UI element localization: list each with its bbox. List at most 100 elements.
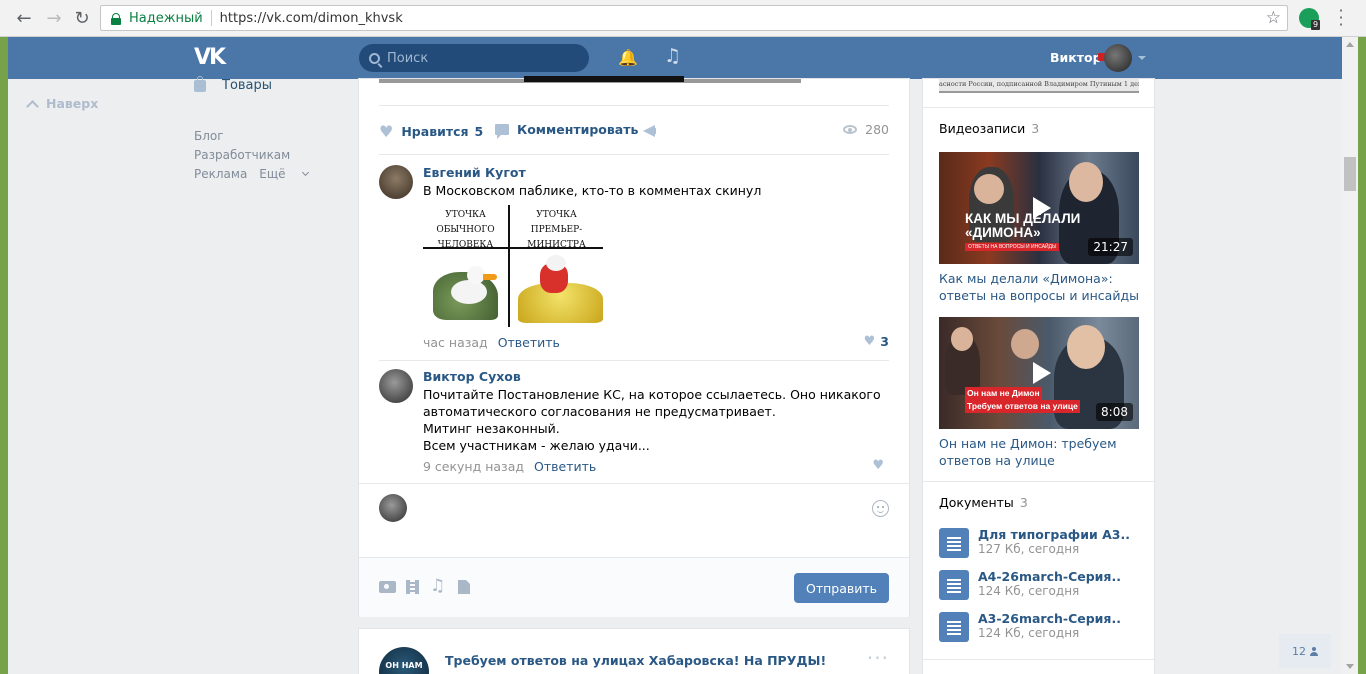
address-bar[interactable]: Надежный https://vk.com/dimon_khvsk ☆ bbox=[100, 5, 1288, 31]
notifications-bell-icon[interactable]: 🔔 bbox=[618, 48, 638, 67]
document-name: А3-26march-Серия.. bbox=[978, 611, 1121, 626]
post-actions: ♥ Нравится 5 Комментировать 280 bbox=[379, 105, 889, 155]
comment-input[interactable] bbox=[417, 492, 857, 552]
video-thumbnail[interactable]: Он нам не Димон Требуем ответов на улице … bbox=[939, 317, 1139, 429]
comment-icon bbox=[495, 124, 509, 139]
heart-icon: ♥ bbox=[863, 334, 876, 349]
sidebar-item-goods[interactable]: Товары bbox=[194, 75, 273, 93]
vk-page: VK 🔔 ♫ Виктор Наверх Товары БлогРазработ… bbox=[8, 37, 1342, 674]
comment-button[interactable]: Комментировать bbox=[495, 122, 639, 139]
scroll-to-top-link[interactable]: Наверх bbox=[26, 96, 99, 113]
avatar-text: ОН НАМ bbox=[385, 661, 423, 670]
user-name[interactable]: Виктор bbox=[1050, 50, 1102, 65]
comment-label: Комментировать bbox=[517, 122, 639, 137]
comment: Евгений Кугот В Московском паблике, кто-… bbox=[379, 165, 889, 361]
browser-menu-icon[interactable]: · · · bbox=[1336, 3, 1346, 33]
search-box[interactable] bbox=[359, 44, 589, 72]
search-input[interactable] bbox=[387, 50, 577, 66]
music-icon[interactable]: ♫ bbox=[664, 45, 681, 67]
back-icon[interactable]: ← bbox=[12, 6, 36, 30]
reply-box: ♫ Отправить bbox=[359, 483, 909, 617]
page-scrollbar[interactable] bbox=[1342, 37, 1358, 674]
up-label: Наверх bbox=[46, 96, 99, 111]
lock-icon bbox=[111, 12, 121, 25]
scroll-down-icon[interactable] bbox=[1346, 664, 1354, 669]
video-overlay-text: Он нам не Димон Требуем ответов на улице bbox=[965, 387, 1080, 413]
heart-icon: ♥ bbox=[379, 122, 394, 141]
vk-header: VK 🔔 ♫ Виктор bbox=[8, 37, 1342, 79]
comment-text: Почитайте Постановление КС, на которое с… bbox=[423, 387, 881, 453]
divider bbox=[923, 481, 1154, 482]
document-item[interactable]: А3-26march-Серия.. 124 Кб, сегодня bbox=[939, 611, 1149, 645]
comment-like-button[interactable]: ♥ bbox=[872, 458, 889, 473]
camera-icon[interactable] bbox=[379, 581, 396, 593]
user-avatar[interactable] bbox=[1104, 44, 1132, 72]
person-icon bbox=[1310, 646, 1318, 656]
video-overlay-subtitle: ОТВЕТЫ НА ВОПРОСЫ И ИНСАЙДЫ bbox=[965, 243, 1060, 251]
video-icon[interactable] bbox=[406, 580, 419, 594]
bookmark-star-icon[interactable]: ☆ bbox=[1266, 8, 1281, 28]
url-text[interactable]: https://vk.com/dimon_khvsk bbox=[220, 11, 403, 26]
post-author[interactable]: Требуем ответов на улицах Хабаровска! На… bbox=[445, 653, 826, 668]
send-button[interactable]: Отправить bbox=[794, 573, 889, 603]
attach-toolbar: ♫ Отправить bbox=[359, 557, 909, 617]
videos-header[interactable]: Видеозаписи 3 bbox=[939, 121, 1039, 136]
views-count: 280 bbox=[865, 122, 889, 137]
documents-count: 3 bbox=[1019, 495, 1028, 510]
scrooge-picture bbox=[518, 255, 603, 325]
video-duration: 21:27 bbox=[1088, 238, 1133, 256]
documents-header[interactable]: Документы 3 bbox=[939, 495, 1028, 510]
document-item[interactable]: Для типографии А3.. 127 Кб, сегодня bbox=[939, 527, 1149, 561]
comment-time[interactable]: 9 секунд назад bbox=[423, 459, 524, 474]
document-item[interactable]: А4-26march-Серия.. 124 Кб, сегодня bbox=[939, 569, 1149, 603]
reload-icon[interactable]: ↻ bbox=[70, 6, 94, 30]
comment-text: В Московском паблике, кто-то в комментах… bbox=[423, 183, 762, 198]
avatar[interactable] bbox=[379, 369, 413, 403]
video-title[interactable]: Как мы делали «Димона»: ответы на вопрос… bbox=[939, 270, 1144, 304]
forward-icon[interactable]: → bbox=[42, 6, 66, 30]
like-button[interactable]: ♥ Нравится 5 bbox=[379, 122, 483, 141]
wall-post: ОН НАМ Требуем ответов на улицах Хабаров… bbox=[359, 629, 909, 674]
avatar bbox=[379, 494, 407, 522]
video-title[interactable]: Он нам не Димон: требуем ответов на улиц… bbox=[939, 435, 1144, 469]
secure-label: Надежный bbox=[129, 10, 203, 26]
divider bbox=[923, 659, 1154, 660]
extension-badge: 9 bbox=[1311, 20, 1321, 30]
footer-link-developers[interactable]: Разработчикам bbox=[194, 146, 290, 165]
comment-time[interactable]: час назад bbox=[423, 335, 488, 350]
avatar[interactable] bbox=[379, 165, 413, 199]
scroll-up-icon[interactable] bbox=[1346, 42, 1354, 47]
comment-image[interactable]: УТОЧКА ОБЫЧНОГО ЧЕЛОВЕКА УТОЧКА ПРЕМЬЕР-… bbox=[423, 205, 603, 327]
share-megaphone-icon[interactable] bbox=[643, 125, 656, 137]
chevron-up-icon bbox=[26, 99, 39, 113]
shopping-bag-icon bbox=[194, 75, 206, 92]
document-icon[interactable] bbox=[458, 580, 470, 594]
omnibox-divider bbox=[210, 10, 212, 26]
chevron-down-icon[interactable] bbox=[1138, 56, 1146, 60]
scroll-thumb[interactable] bbox=[1344, 157, 1356, 191]
like-count: 5 bbox=[474, 124, 484, 139]
reply-link[interactable]: Ответить bbox=[498, 335, 560, 350]
comment-author[interactable]: Евгений Кугот bbox=[423, 165, 526, 180]
avatar[interactable]: ОН НАМ bbox=[379, 647, 429, 674]
post-image-bottom[interactable] bbox=[379, 76, 801, 83]
photo-thumbnail[interactable]: асности России, подписанной Владимиром П… bbox=[939, 79, 1139, 93]
eye-icon bbox=[843, 125, 858, 134]
comment-author[interactable]: Виктор Сухов bbox=[423, 369, 521, 384]
document-meta: 124 Кб, сегодня bbox=[978, 626, 1080, 640]
online-count: 12 bbox=[1292, 644, 1306, 658]
more-options-icon[interactable]: ··· bbox=[867, 648, 889, 668]
vk-logo[interactable]: VK bbox=[194, 45, 226, 70]
emoji-icon[interactable] bbox=[872, 500, 889, 517]
music-icon[interactable]: ♫ bbox=[430, 576, 445, 596]
footer-link-ads[interactable]: Реклама bbox=[194, 165, 247, 184]
online-friends-button[interactable]: 12 bbox=[1279, 634, 1331, 668]
document-icon bbox=[939, 570, 969, 600]
footer-link-more[interactable]: Ещё bbox=[259, 165, 309, 184]
like-label: Нравится bbox=[401, 124, 469, 139]
reply-link[interactable]: Ответить bbox=[534, 459, 596, 474]
footer-link-blog[interactable]: Блог bbox=[194, 127, 224, 146]
comment-like-button[interactable]: ♥ 3 bbox=[864, 334, 889, 349]
sidebar-item-label: Товары bbox=[222, 78, 273, 93]
video-thumbnail[interactable]: КАК МЫ ДЕЛАЛИ «ДИМОНА» ОТВЕТЫ НА ВОПРОСЫ… bbox=[939, 152, 1139, 264]
